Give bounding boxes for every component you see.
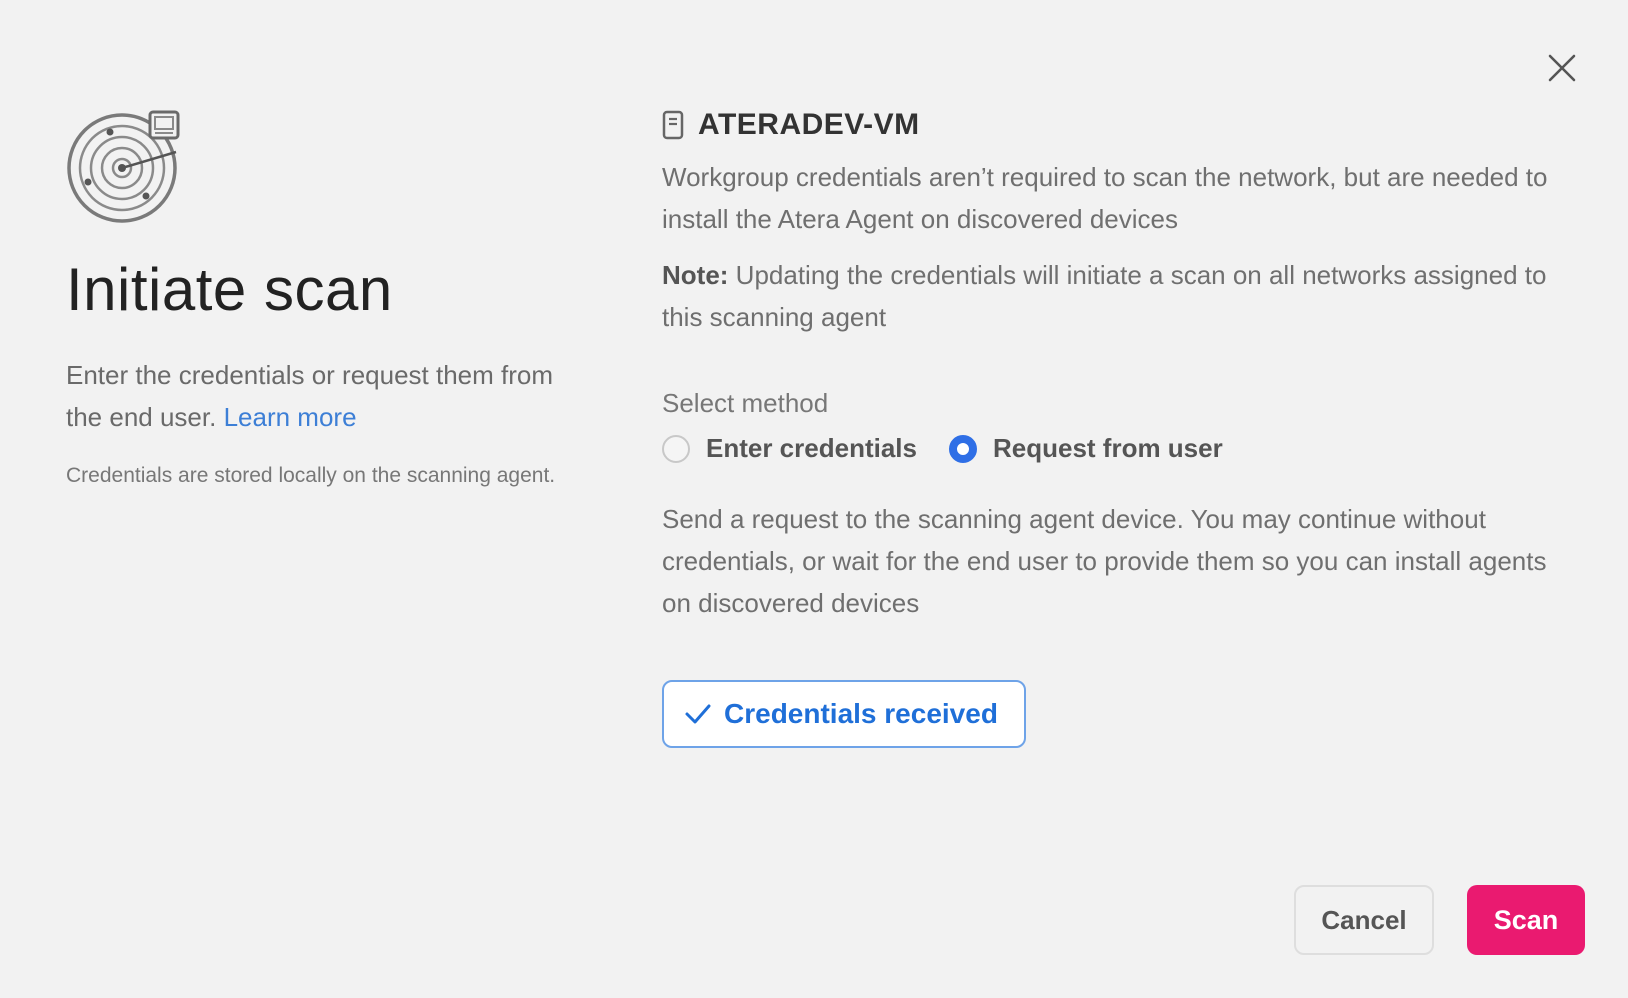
method-radio-group: Enter credentials Request from user [662,433,1562,464]
radio-request-from-user[interactable]: Request from user [948,433,1223,464]
page-title: Initiate scan [66,256,393,323]
note-text: Updating the credentials will initiate a… [662,260,1547,332]
scan-button[interactable]: Scan [1467,885,1585,955]
radio-enter-credentials[interactable]: Enter credentials [662,433,917,464]
cancel-button[interactable]: Cancel [1294,885,1434,955]
server-icon [662,110,684,140]
close-icon [1548,54,1576,82]
radio-label: Request from user [992,433,1223,463]
credentials-received-button[interactable]: Credentials received [662,680,1026,748]
update-note: Note: Updating the credentials will init… [662,254,1562,338]
note-label: Note: [662,260,729,290]
request-description: Send a request to the scanning agent dev… [662,504,1547,618]
dialog-intro-panel: Initiate scan Enter the credentials or r… [66,108,566,494]
radar-icon [67,110,180,223]
radio-label: Enter credentials [706,433,917,463]
learn-more-link[interactable]: Learn more [224,402,357,432]
radio-button-unchecked[interactable] [662,434,690,463]
checkmark-icon [685,704,711,724]
workgroup-description: Workgroup credentials aren’t required to… [662,162,1548,234]
close-button[interactable] [1538,44,1586,92]
select-method-label: Select method [662,388,829,418]
radio-button-checked[interactable] [948,434,977,463]
scan-settings-panel: ATERADEV-VM Workgroup credentials aren’t… [662,108,1562,748]
intro-text-block: Enter the credentials or request them fr… [66,354,566,438]
credentials-storage-note: Credentials are stored locally on the sc… [66,464,556,487]
device-name: ATERADEV-VM [698,108,920,141]
credentials-received-label: Credentials received [724,698,998,729]
device-header: ATERADEV-VM [662,108,1562,142]
